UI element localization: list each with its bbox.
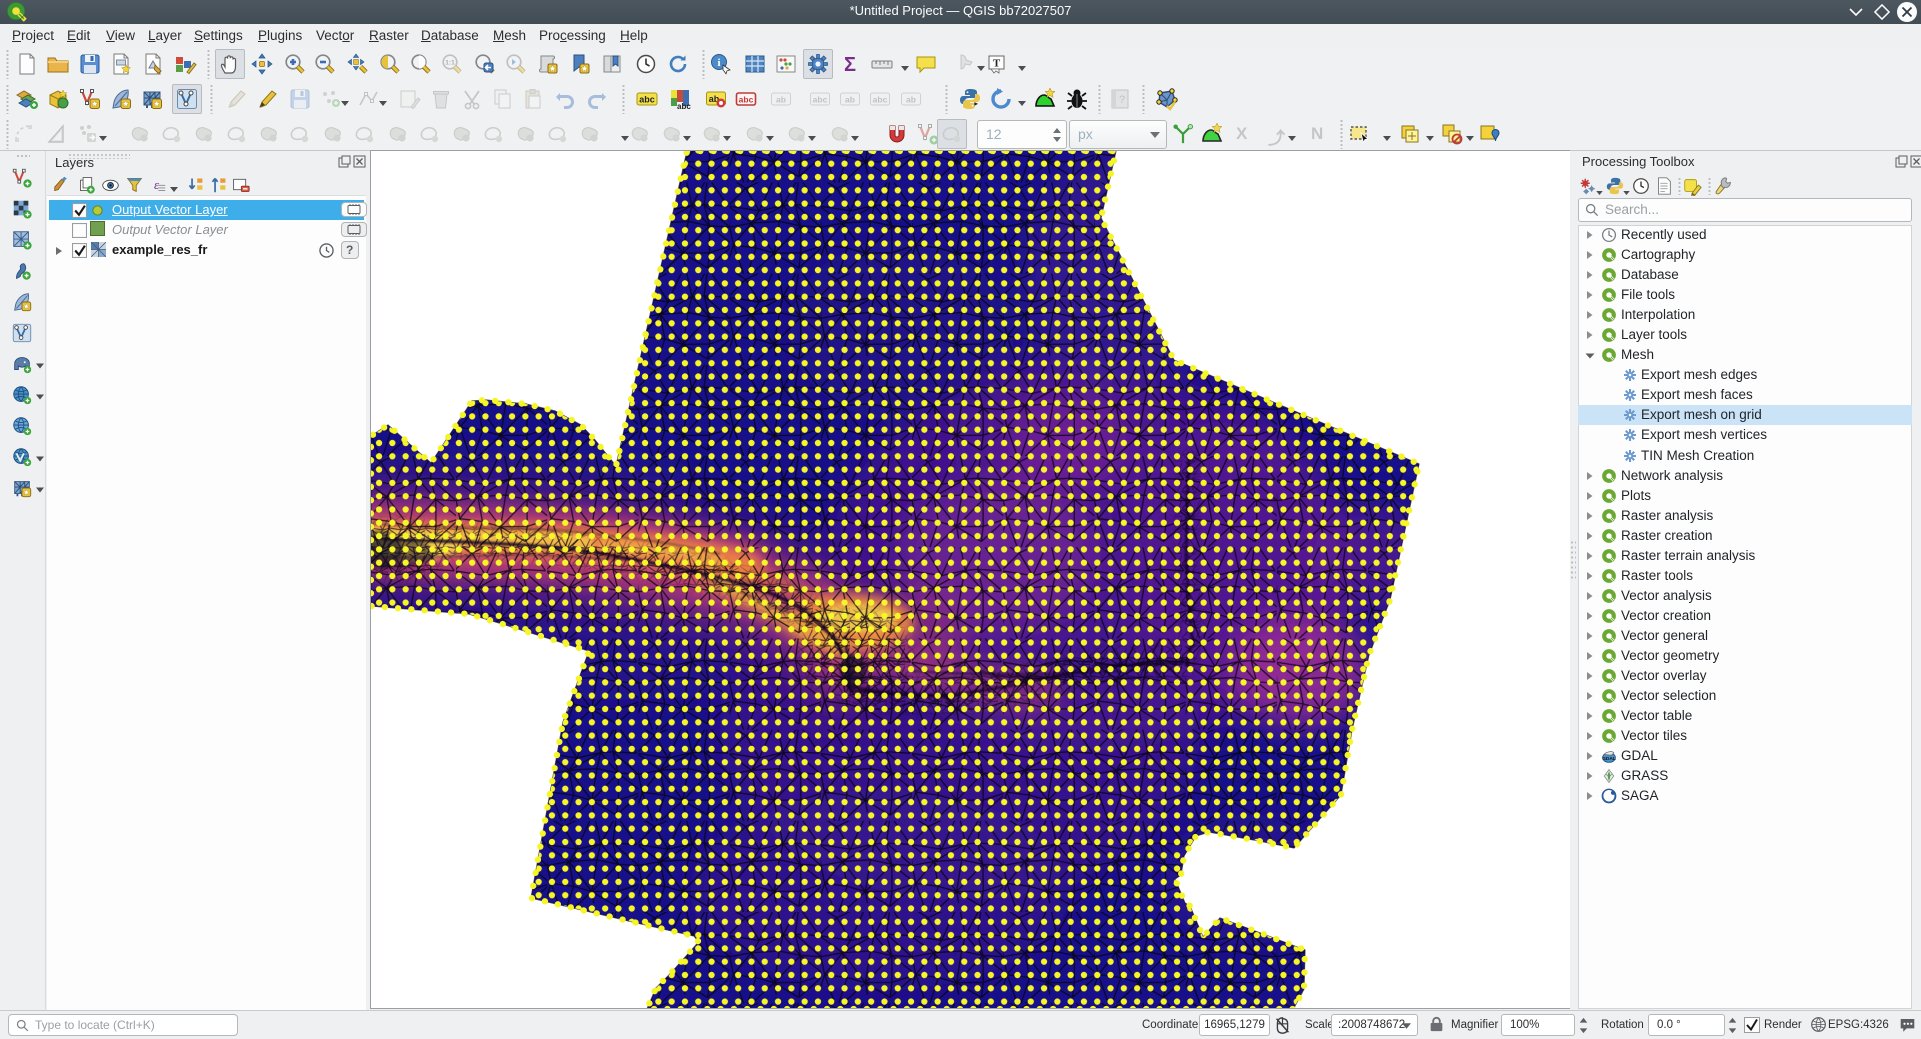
svg-text:abc: abc	[873, 95, 888, 105]
svg-text:Σ: Σ	[844, 54, 856, 76]
svg-text:ε: ε	[154, 177, 160, 192]
svg-text:?: ?	[1119, 94, 1125, 106]
svg-text:GDAL: GDAL	[1602, 756, 1616, 762]
svg-text:abc: abc	[677, 102, 691, 111]
svg-text:ab: ab	[776, 95, 786, 105]
svg-text:T: T	[993, 58, 1001, 70]
svg-text:abc: abc	[739, 95, 754, 105]
svg-text:abc: abc	[813, 95, 828, 105]
svg-text:ab: ab	[845, 95, 855, 105]
svg-text:1:1: 1:1	[445, 60, 455, 67]
svg-text:abc: abc	[639, 95, 655, 105]
svg-text:ab: ab	[906, 95, 916, 105]
svg-text:i: i	[717, 57, 720, 69]
